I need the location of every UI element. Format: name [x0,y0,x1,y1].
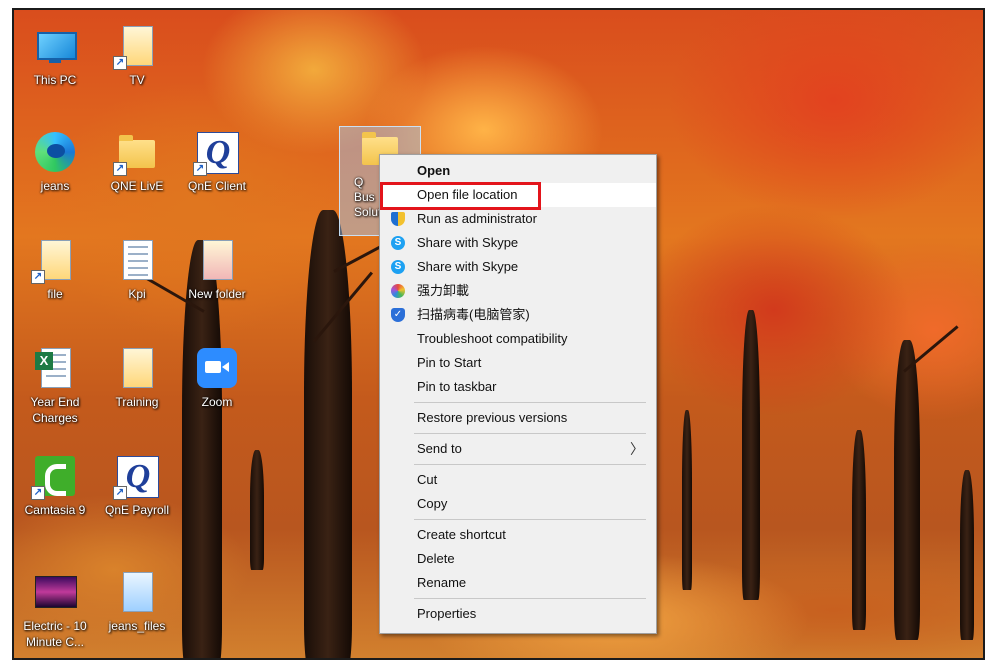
menu-item-properties[interactable]: Properties [380,602,656,626]
menu-item-pin-to-start[interactable]: Pin to Start [380,351,656,375]
desktop-icon-label: This PC [33,73,77,87]
desktop-icon-new-folder[interactable]: New folder [178,238,256,302]
menu-item-share-skype-2[interactable]: S Share with Skype [380,255,656,279]
desktop-icon-training[interactable]: Training [98,346,176,410]
highlight-annotation-box [380,182,541,210]
desktop-icon-label: Kpi [128,287,146,301]
desktop-icon-label: Electric - 10 Minute C... [23,619,87,649]
desktop-icon-year-end-charges[interactable]: X Year End Charges [16,346,94,426]
menu-separator [414,598,646,599]
menu-separator [414,433,646,434]
skype-icon: S [391,260,405,274]
menu-item-run-as-administrator[interactable]: Run as administrator [380,207,656,231]
desktop-icon-label: Camtasia 9 [24,503,86,517]
tree-trunk [960,470,974,640]
shortcut-arrow-icon: ↗ [193,162,207,176]
desktop-icon-label: QnE Payroll [104,503,170,517]
desktop-icon-label: jeans [40,179,70,193]
menu-item-troubleshoot-compatibility[interactable]: Troubleshoot compatibility [380,327,656,351]
menu-item-label: Send to [417,441,462,456]
menu-item-force-uninstall[interactable]: 强力卸載 [380,279,656,303]
tree-trunk [852,430,866,630]
menu-item-open[interactable]: Open [380,159,656,183]
desktop-icon-qne-payroll[interactable]: Q ↗ QnE Payroll [98,454,176,518]
menu-item-send-to[interactable]: Send to 〉 [380,437,656,461]
shortcut-arrow-icon: ↗ [113,56,127,70]
shield-icon [391,212,405,226]
menu-item-restore-previous-versions[interactable]: Restore previous versions [380,406,656,430]
menu-item-label: Share with Skype [417,235,519,250]
desktop-icon-electric-video[interactable]: Electric - 10 Minute C... [16,570,94,650]
video-icon [33,570,77,614]
desktop-icon-camtasia-9[interactable]: ↗ Camtasia 9 [16,454,94,518]
tree-trunk [742,310,760,600]
desktop-icon-qne-live[interactable]: ↗ QNE LivE [98,130,176,194]
menu-item-cut[interactable]: Cut [380,468,656,492]
menu-item-share-skype-1[interactable]: S Share with Skype [380,231,656,255]
menu-separator [414,402,646,403]
chevron-right-icon: 〉 [630,441,644,457]
shield-check-icon: ✓ [391,308,405,322]
context-menu: Open Open file location Run as administr… [379,154,657,634]
menu-item-label: Share with Skype [417,259,519,274]
excel-icon: X [33,346,77,390]
computer-icon [33,24,77,68]
desktop-icon-jeans-files[interactable]: jeans_files [98,570,176,634]
menu-item-delete[interactable]: Delete [380,547,656,571]
shortcut-arrow-icon: ↗ [113,486,127,500]
pinwheel-icon [391,284,405,298]
desktop-icon-label: QnE Client [187,179,247,193]
menu-item-label: Run as administrator [417,211,537,226]
zoom-icon [195,346,239,390]
desktop-icon-label: Zoom [201,395,233,409]
menu-separator [414,464,646,465]
tree-trunk [894,340,920,640]
desktop-icon-tv[interactable]: ↗ TV [98,24,176,88]
menu-item-label: 扫描病毒(电脑管家) [417,307,530,322]
menu-item-pin-to-taskbar[interactable]: Pin to taskbar [380,375,656,399]
camtasia-icon: ↗ [31,454,77,500]
folder-icon [195,238,239,282]
desktop-icon-qne-client[interactable]: Q ↗ QnE Client [178,130,256,194]
desktop-icon-kpi[interactable]: Kpi [98,238,176,302]
menu-item-create-shortcut[interactable]: Create shortcut [380,523,656,547]
desktop-icon-label: Training [115,395,159,409]
tree-trunk [682,410,692,590]
folder-icon: ↗ [113,130,159,176]
desktop-icon-this-pc[interactable]: This PC [16,24,94,88]
desktop-icon-label: QNE LivE [110,179,164,193]
tree-trunk [250,450,264,570]
file-icon [115,346,159,390]
menu-item-copy[interactable]: Copy [380,492,656,516]
file-icon: ↗ [113,24,159,70]
edge-icon [33,130,77,174]
file-icon [115,570,159,614]
menu-item-rename[interactable]: Rename [380,571,656,595]
desktop-icon-file[interactable]: ↗ file [16,238,94,302]
menu-item-scan-virus[interactable]: ✓ 扫描病毒(电脑管家) [380,303,656,327]
menu-separator [414,519,646,520]
document-icon [115,238,159,282]
desktop-icon-zoom[interactable]: Zoom [178,346,256,410]
skype-icon: S [391,236,405,250]
qne-icon: Q ↗ [193,130,239,176]
shortcut-arrow-icon: ↗ [31,486,45,500]
shortcut-arrow-icon: ↗ [113,162,127,176]
desktop-icon-label: Year End Charges [30,395,80,425]
desktop-icon-label: jeans_files [108,619,166,633]
desktop-icon-label: TV [129,73,145,87]
desktop-icon-label: file [47,287,63,301]
qne-icon: Q ↗ [113,454,159,500]
desktop-icon-jeans[interactable]: jeans [16,130,94,194]
tree-trunk [304,210,352,658]
file-icon: ↗ [31,238,77,284]
shortcut-arrow-icon: ↗ [31,270,45,284]
menu-item-label: 强力卸載 [417,283,470,298]
desktop-icon-label: New folder [188,287,246,301]
